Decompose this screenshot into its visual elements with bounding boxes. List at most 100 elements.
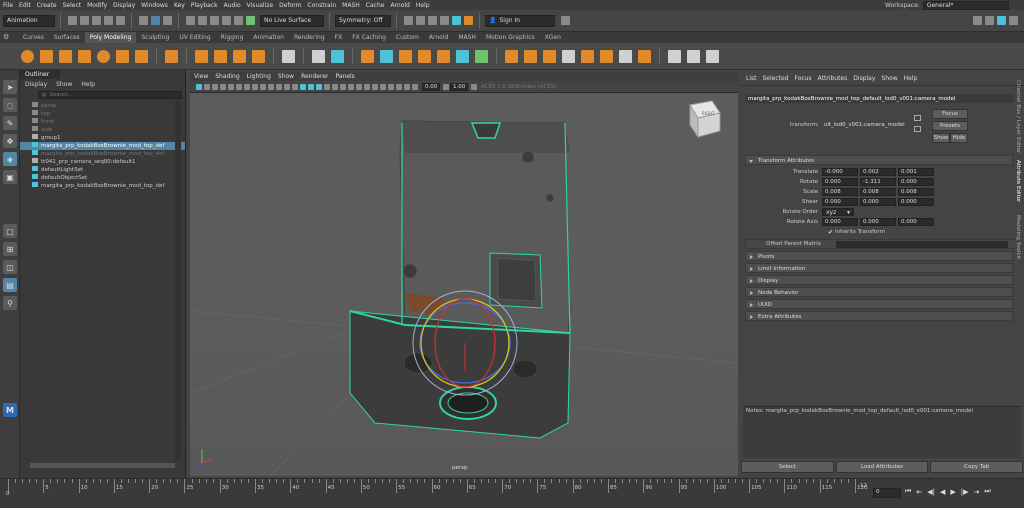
outliner-item[interactable]: front — [20, 118, 185, 126]
select-hierarchy-icon[interactable] — [138, 16, 148, 25]
rotate-axis-z[interactable]: 0.000 — [898, 218, 934, 226]
bridge-icon[interactable] — [418, 49, 431, 63]
help-line-icon[interactable] — [561, 16, 570, 25]
shelf-tab-arnold[interactable]: Arnold — [424, 32, 453, 43]
step-forward-key-icon[interactable]: ⇥ — [973, 488, 979, 496]
outliner-layout-icon[interactable]: ▤ — [3, 278, 17, 292]
attr-field-y[interactable]: -1.311 — [860, 178, 896, 186]
shelf-tab-xgen[interactable]: XGen — [540, 32, 566, 43]
side-tab-channel-box[interactable]: Channel Box / Layer Editor — [1015, 80, 1021, 153]
exposure-field[interactable]: 0.00 — [422, 82, 440, 91]
attr-menu-show[interactable]: Show — [881, 75, 897, 82]
scale-tool-icon[interactable]: ▣ — [3, 170, 17, 184]
wireframe-on-shaded-icon[interactable] — [316, 83, 322, 90]
menu-deform[interactable]: Deform — [279, 2, 301, 9]
outliner-item[interactable]: margita_prp_kodakBoxBrownie_mod_top_def — [20, 150, 185, 158]
attr-menu-focus[interactable]: Focus — [795, 75, 812, 82]
current-frame-field[interactable]: 0 — [873, 488, 901, 498]
wireframe-icon[interactable] — [300, 83, 306, 90]
menu-edit[interactable]: Edit — [19, 2, 31, 9]
attr-field-x[interactable]: 0.008 — [822, 188, 858, 196]
attr-menu-display[interactable]: Display — [853, 75, 875, 82]
copy-tab-button[interactable]: Copy Tab — [930, 461, 1024, 473]
rotate-axis-y[interactable]: 0.000 — [860, 218, 896, 226]
outliner-menu-help[interactable]: Help — [81, 81, 95, 88]
lasso-tool-icon[interactable]: ◌ — [3, 98, 17, 112]
boolean-icon[interactable] — [380, 49, 393, 63]
gear-icon[interactable]: ⚙ — [3, 33, 12, 42]
menu-constrain[interactable]: Constrain — [307, 2, 336, 9]
hypershade-icon[interactable] — [451, 16, 461, 25]
save-scene-icon[interactable] — [91, 16, 101, 25]
menu-cache[interactable]: Cache — [366, 2, 385, 9]
attr-menu-help[interactable]: Help — [904, 75, 918, 82]
outliner-item[interactable]: side — [20, 126, 185, 134]
viewport-menu-renderer[interactable]: Renderer — [301, 73, 328, 80]
shelf-tab-mash[interactable]: MASH — [453, 32, 481, 43]
combine-icon[interactable] — [312, 49, 325, 63]
bevel-icon[interactable] — [437, 49, 450, 63]
viewport-menu-lighting[interactable]: Lighting — [247, 73, 271, 80]
play-backward-icon[interactable]: ◀ — [940, 488, 945, 496]
bookmark-icon[interactable] — [212, 83, 218, 90]
workspace-dropdown[interactable]: General* — [922, 1, 1009, 10]
menu-help[interactable]: Help — [416, 2, 430, 9]
platonic-solid-icon[interactable] — [165, 49, 178, 63]
grid-toggle-icon[interactable] — [244, 83, 250, 90]
hide-button[interactable]: Hide — [950, 133, 968, 143]
step-back-key-icon[interactable]: ⇤ — [916, 488, 922, 496]
shadows-icon[interactable] — [340, 83, 346, 90]
four-view-icon[interactable]: ⊞ — [3, 242, 17, 256]
automatic-map-icon[interactable] — [706, 49, 719, 63]
select-tool-icon[interactable]: ➤ — [3, 80, 17, 94]
poly-torus-icon[interactable] — [97, 49, 110, 63]
outliner-item[interactable]: tt041_prp_camera_seq00:default1 — [20, 158, 185, 166]
poly-text-icon[interactable] — [233, 49, 246, 63]
poly-sphere-icon[interactable] — [21, 49, 34, 63]
outliner-hscrollbar[interactable] — [30, 463, 175, 468]
extrude-icon[interactable] — [399, 49, 412, 63]
shelf-tab-fx-caching[interactable]: FX Caching — [347, 32, 391, 43]
symmetry-dropdown[interactable]: Symmetry: Off — [335, 14, 391, 27]
transform-attrs-header[interactable]: Transform Attributes — [745, 155, 1013, 165]
input-node-icon[interactable] — [914, 115, 921, 121]
viewport-3d[interactable]: RIGHT persp — [190, 93, 738, 476]
outliner-item[interactable]: persp — [20, 102, 185, 110]
image-plane-icon[interactable] — [220, 83, 226, 90]
attr-field-x[interactable]: 0.000 — [822, 198, 858, 206]
rotate-axis-x[interactable]: 0.000 — [822, 218, 858, 226]
viewport-menu-show[interactable]: Show — [278, 73, 294, 80]
viewport-menu-panels[interactable]: Panels — [335, 73, 354, 80]
xray-active-icon[interactable] — [396, 83, 402, 90]
snap-point-icon[interactable] — [209, 16, 219, 25]
menu-set-dropdown[interactable]: Animation — [3, 14, 55, 27]
snap-curve-icon[interactable] — [197, 16, 207, 25]
rotate-tool-icon[interactable]: ◈ — [3, 152, 17, 166]
multi-cut-icon[interactable] — [505, 49, 518, 63]
poly-disc-icon[interactable] — [135, 49, 148, 63]
color-management-icon[interactable] — [471, 83, 477, 90]
motion-blur-icon[interactable] — [356, 83, 362, 90]
new-scene-icon[interactable] — [67, 16, 77, 25]
step-back-icon[interactable]: ◀| — [927, 488, 935, 496]
inherits-checkbox[interactable]: ✔ — [828, 229, 833, 236]
shelf-tab-sculpting[interactable]: Sculpting — [136, 32, 174, 43]
outliner-scrollbar[interactable] — [175, 100, 181, 460]
step-forward-icon[interactable]: |▶ — [961, 488, 969, 496]
offset-parent-row[interactable]: Offset Parent Matrix — [745, 239, 1021, 249]
quad-draw-icon[interactable] — [543, 49, 556, 63]
transform-field[interactable]: ult_lod0_v001:camera_model — [824, 122, 905, 128]
attr-field-y[interactable]: 0.008 — [860, 188, 896, 196]
poly-cube-icon[interactable] — [40, 49, 53, 63]
timeline-ruler[interactable]: 5 10 15 20 25 30 35 40 45 50 55 60 65 70 75 80 85 90 95 100… — [0, 479, 868, 501]
sweep-mesh-icon[interactable] — [214, 49, 227, 63]
attr-menu-selected[interactable]: Selected — [763, 75, 789, 82]
poly-cylinder-icon[interactable] — [59, 49, 72, 63]
separate-icon[interactable] — [331, 49, 344, 63]
single-view-icon[interactable]: ▢ — [3, 224, 17, 238]
sign-in-button[interactable]: 👤 Sign In — [485, 14, 555, 27]
outliner-item[interactable]: margita_prp_kodakBoxBrownie_mod_top_def — [20, 182, 185, 190]
edge-loop-icon[interactable] — [562, 49, 575, 63]
field-chart-icon[interactable] — [276, 83, 282, 90]
shelf-tab-rigging[interactable]: Rigging — [216, 32, 249, 43]
